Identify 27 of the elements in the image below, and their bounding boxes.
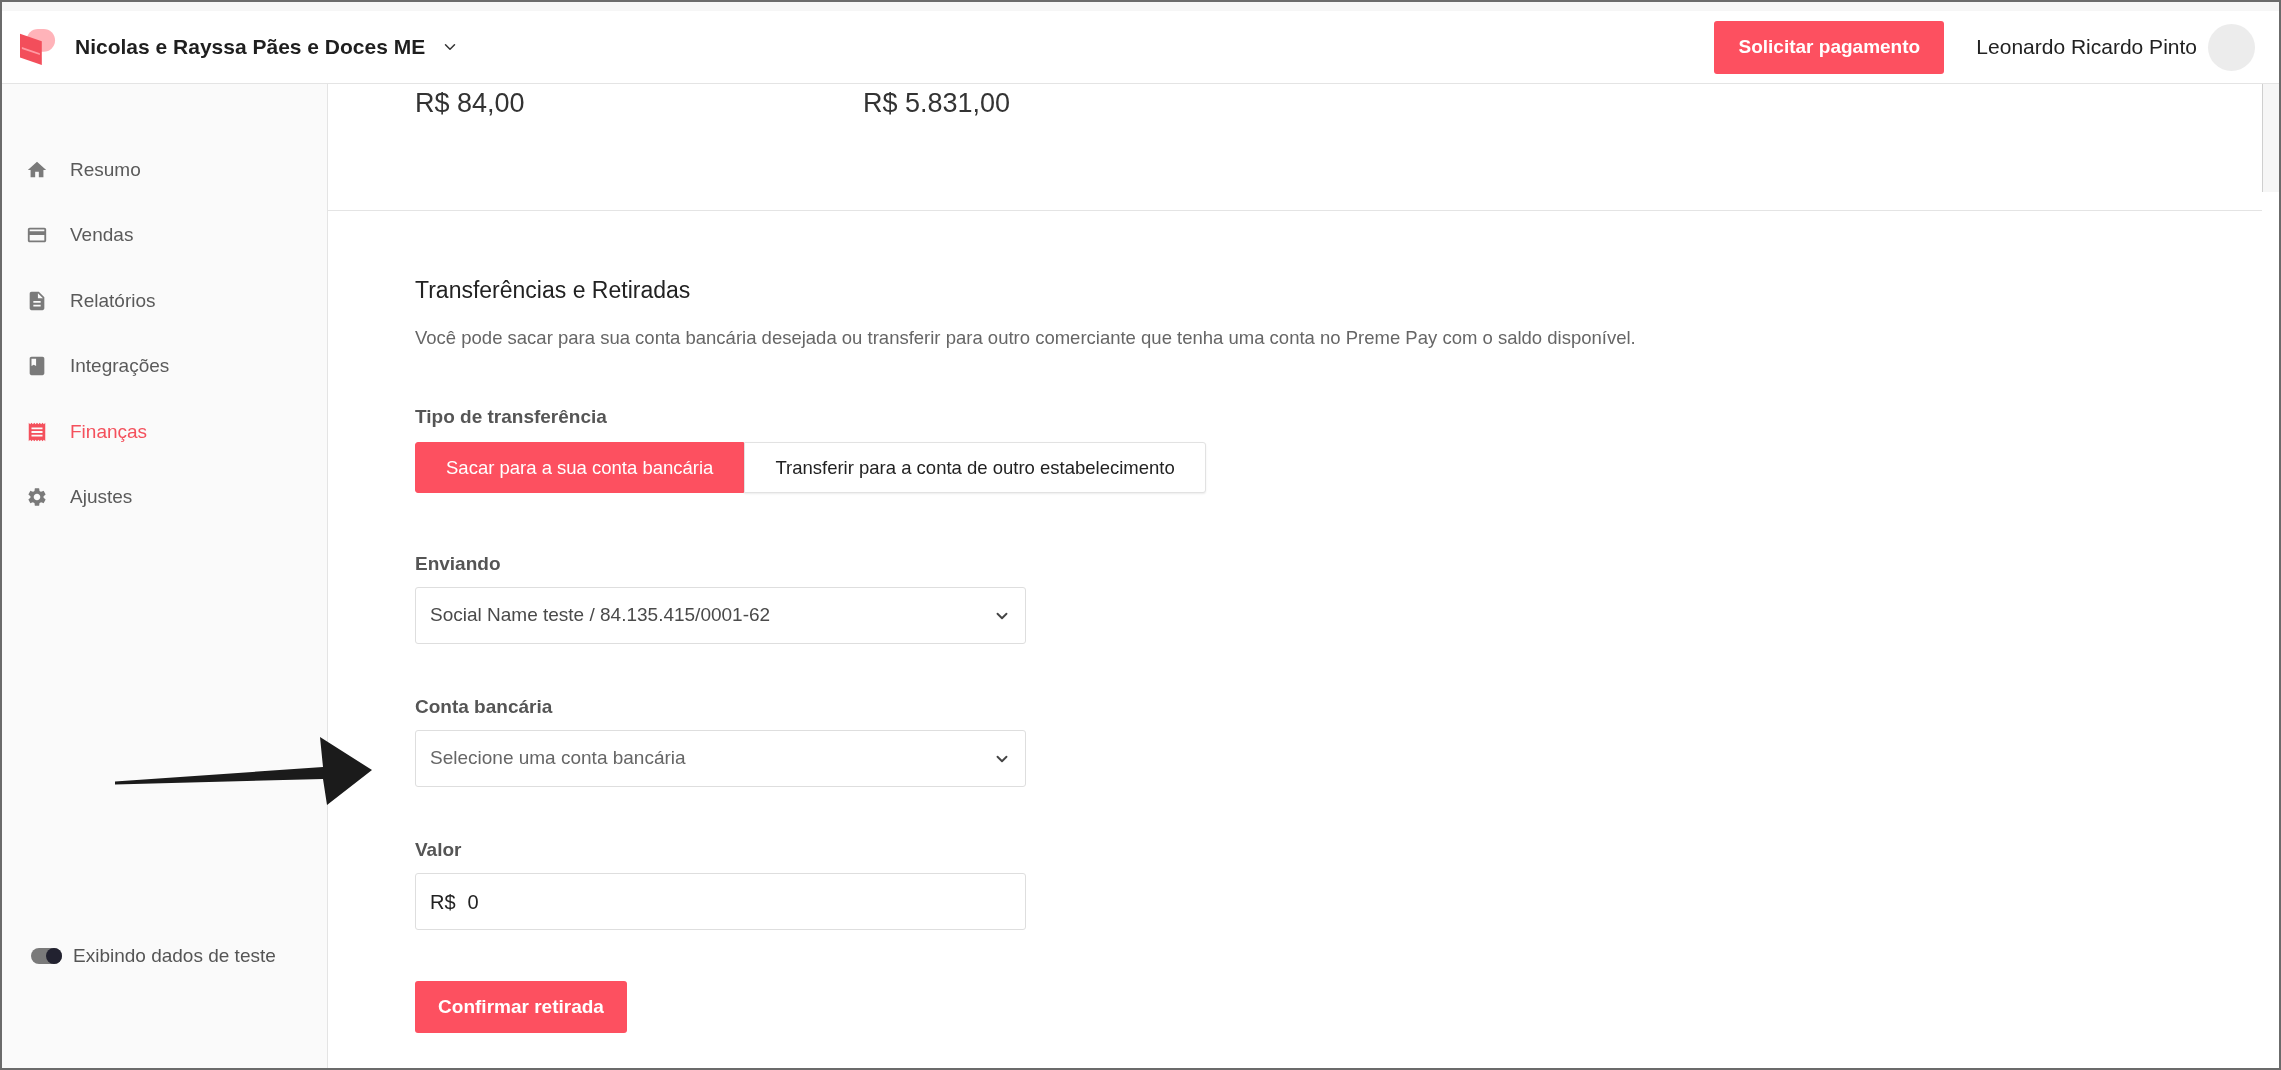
company-switcher[interactable]: Nicolas e Rayssa Pães e Doces ME bbox=[75, 31, 460, 63]
amount-field[interactable]: R$ 0 bbox=[415, 873, 1026, 930]
field-label: Valor bbox=[415, 838, 463, 862]
user-name: Leonardo Ricardo Pinto bbox=[1976, 34, 2197, 61]
sidebar-item[interactable]: Integrações bbox=[2, 333, 327, 399]
field-label: Tipo de transferência bbox=[415, 405, 607, 429]
sidebar-item[interactable]: Relatórios bbox=[2, 268, 327, 334]
test-data-toggle[interactable] bbox=[31, 947, 62, 964]
field-label: Enviando bbox=[415, 552, 502, 576]
amount-value: 0 bbox=[467, 889, 479, 915]
settings-icon bbox=[26, 486, 48, 509]
section-description: Você pode sacar para sua conta bancária desejada ou transferir para outro comerciante que tenha uma conta no Preme Pay com o saldo disponível. bbox=[415, 326, 1636, 350]
select-field[interactable]: Selecione uma conta bancária bbox=[415, 730, 1026, 787]
balance-amount: R$ 5.831,00 bbox=[863, 88, 1011, 118]
scrollbar-thumb[interactable] bbox=[2262, 84, 2279, 192]
toggle-label: Exibindo dados de teste bbox=[73, 943, 276, 968]
select-field[interactable]: Social Name teste / 84.135.415/0001-62 bbox=[415, 587, 1026, 644]
receipt-icon bbox=[26, 420, 48, 443]
balance-amount: R$ 84,00 bbox=[415, 88, 525, 118]
logo-icon bbox=[19, 29, 57, 65]
transfer-type-option[interactable]: Transferir para a conta de outro estabelecimento bbox=[744, 442, 1206, 493]
field-label: Conta bancária bbox=[415, 695, 554, 719]
sidebar-item[interactable]: Resumo bbox=[2, 137, 327, 203]
currency-prefix: R$ bbox=[430, 889, 456, 915]
section-title: Transferências e Retiradas bbox=[415, 276, 691, 305]
sidebar-item[interactable]: Ajustes bbox=[2, 464, 327, 530]
sidebar-item[interactable]: Vendas bbox=[2, 202, 327, 268]
